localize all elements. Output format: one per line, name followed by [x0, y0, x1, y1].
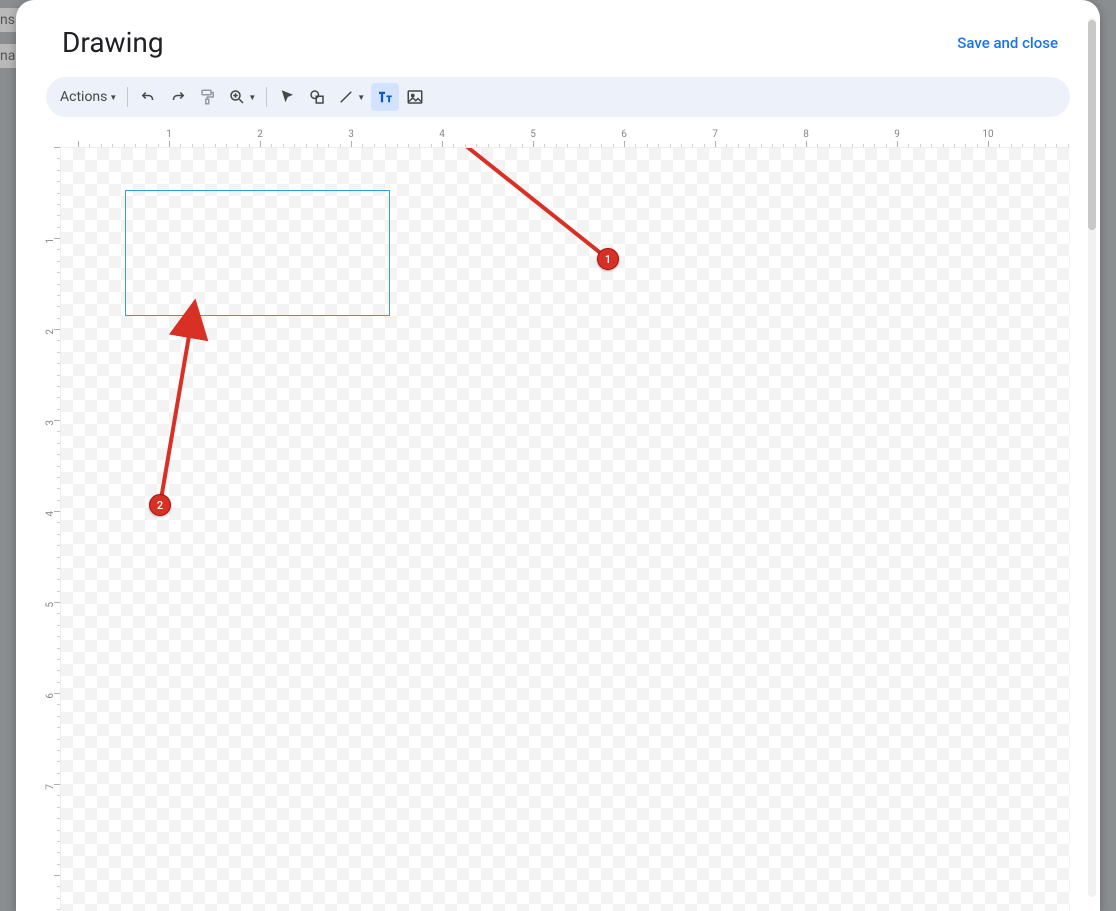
textbox-shape[interactable] [125, 190, 390, 316]
toolbar-separator [127, 87, 128, 107]
paint-format-button[interactable] [194, 83, 222, 111]
horizontal-ruler: 12345678910 [60, 129, 1070, 147]
save-and-close-button[interactable]: Save and close [947, 28, 1068, 58]
zoom-button[interactable]: ▼ [224, 83, 260, 111]
drawing-dialog: Drawing Save and close Actions ▼ ▼ [16, 0, 1100, 911]
dropdown-caret-icon: ▼ [248, 93, 256, 102]
shapes-icon [308, 88, 326, 106]
toolbar-separator [266, 87, 267, 107]
dropdown-caret-icon: ▼ [109, 93, 117, 102]
actions-label: Actions [60, 89, 107, 105]
cursor-icon [278, 88, 296, 106]
vertical-ruler: 1234567 [34, 147, 60, 911]
scrollbar-thumb[interactable] [1088, 20, 1096, 230]
dialog-title: Drawing [62, 26, 164, 59]
zoom-icon [228, 88, 246, 106]
textbox-tool-button[interactable] [371, 83, 399, 111]
dialog-header: Drawing Save and close [16, 0, 1100, 77]
line-icon [337, 88, 355, 106]
image-icon [406, 88, 424, 106]
dropdown-caret-icon: ▼ [357, 93, 365, 102]
dialog-scrollbar[interactable] [1088, 18, 1096, 897]
ruler-area: 12345678910 1234567 12 [34, 129, 1070, 911]
undo-button[interactable] [134, 83, 162, 111]
textbox-icon [375, 88, 395, 106]
select-tool-button[interactable] [273, 83, 301, 111]
redo-button[interactable] [164, 83, 192, 111]
undo-icon [139, 88, 157, 106]
drawing-canvas[interactable]: 12 [60, 147, 1070, 911]
actions-menu[interactable]: Actions ▼ [56, 83, 121, 111]
drawing-toolbar: Actions ▼ ▼ [46, 77, 1070, 117]
paint-roller-icon [199, 88, 217, 106]
line-tool-button[interactable]: ▼ [333, 83, 369, 111]
shape-tool-button[interactable] [303, 83, 331, 111]
image-tool-button[interactable] [401, 83, 429, 111]
redo-icon [169, 88, 187, 106]
